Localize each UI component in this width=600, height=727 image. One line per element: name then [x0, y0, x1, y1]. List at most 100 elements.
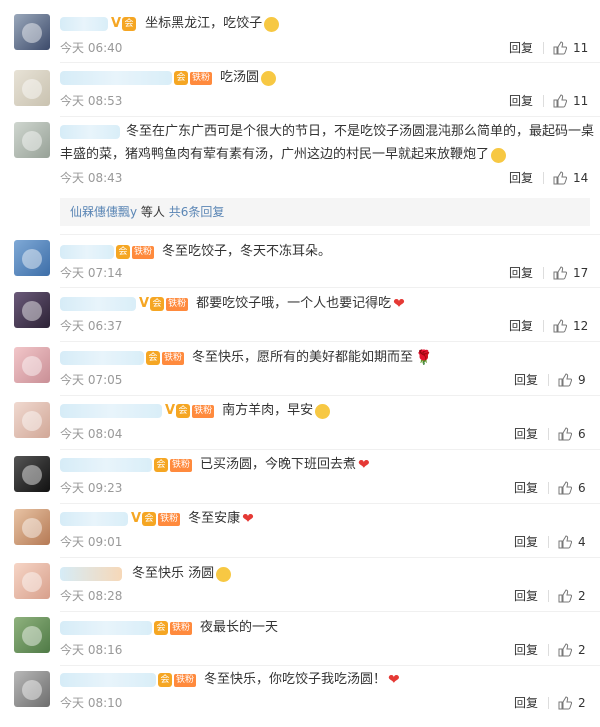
- like-count: 2: [578, 696, 586, 710]
- reply-button[interactable]: 回复: [514, 695, 538, 711]
- like-count: 2: [578, 643, 586, 657]
- like-count: 11: [573, 94, 589, 108]
- like-button[interactable]: 4: [558, 534, 586, 550]
- dumpling-emoji-icon: [264, 16, 280, 32]
- username-blurred[interactable]: [60, 673, 156, 687]
- avatar[interactable]: [14, 456, 50, 492]
- username-blurred[interactable]: [60, 245, 114, 259]
- reply-button[interactable]: 回复: [514, 534, 538, 550]
- like-button[interactable]: 6: [558, 480, 586, 496]
- comment-time: 今天 08:28: [60, 589, 123, 603]
- username-blurred[interactable]: [60, 567, 122, 581]
- separator: [60, 449, 600, 450]
- like-button[interactable]: 17: [553, 265, 588, 281]
- comment-time: 今天 08:43: [60, 171, 123, 185]
- avatar[interactable]: [14, 617, 50, 653]
- level-icon: 会: [154, 621, 168, 635]
- avatar[interactable]: [14, 509, 50, 545]
- reply-button[interactable]: 回复: [514, 372, 538, 388]
- fan-badge: 铁粉: [166, 297, 189, 311]
- username-blurred[interactable]: [60, 297, 136, 311]
- like-button[interactable]: 12: [553, 318, 588, 334]
- reply-button[interactable]: 回复: [514, 642, 538, 658]
- username-blurred[interactable]: [60, 458, 152, 472]
- separator: [60, 395, 600, 396]
- separator: [60, 341, 600, 342]
- thumbs-up-icon: [553, 171, 567, 185]
- username-blurred[interactable]: [60, 351, 144, 365]
- avatar[interactable]: [14, 671, 50, 707]
- sub-reply-user-link[interactable]: 仙槑僡僡飄y: [70, 205, 137, 219]
- avatar[interactable]: [14, 563, 50, 599]
- reply-button[interactable]: 回复: [509, 93, 533, 109]
- comment-time: 今天 09:01: [60, 535, 123, 549]
- like-button[interactable]: 9: [558, 372, 586, 388]
- fan-badge: 铁粉: [158, 512, 181, 526]
- comment-time: 今天 09:23: [60, 481, 123, 495]
- thumbs-up-icon: [553, 94, 567, 108]
- username-blurred[interactable]: [60, 71, 172, 85]
- username-blurred[interactable]: [60, 621, 152, 635]
- avatar[interactable]: [14, 14, 50, 50]
- avatar[interactable]: [14, 402, 50, 438]
- thumbs-up-icon: [558, 535, 572, 549]
- username-blurred[interactable]: [60, 512, 128, 526]
- fan-badge: 铁粉: [174, 673, 197, 687]
- separator: [60, 287, 600, 288]
- fan-badge: 铁粉: [190, 71, 213, 85]
- avatar[interactable]: [14, 70, 50, 106]
- divider: [548, 644, 549, 656]
- username-blurred[interactable]: [60, 404, 162, 418]
- like-button[interactable]: 11: [553, 93, 588, 109]
- separator: [60, 116, 600, 117]
- reply-button[interactable]: 回复: [509, 265, 533, 281]
- thumbs-up-icon: [558, 373, 572, 387]
- view-all-replies-link[interactable]: 共6条回复: [169, 205, 225, 219]
- sub-reply-summary[interactable]: 仙槑僡僡飄y 等人 共6条回复: [60, 198, 590, 226]
- like-count: 14: [573, 171, 589, 185]
- comment-text: 冬至快乐 汤圆: [132, 566, 215, 581]
- level-icon: 会: [158, 673, 172, 687]
- level-icon: 会: [174, 71, 188, 85]
- divider: [543, 267, 544, 279]
- reply-button[interactable]: 回复: [514, 588, 538, 604]
- reply-button[interactable]: 回复: [514, 480, 538, 496]
- like-count: 17: [573, 266, 589, 280]
- like-button[interactable]: 11: [553, 40, 588, 56]
- avatar[interactable]: [14, 347, 50, 383]
- reply-button[interactable]: 回复: [509, 40, 533, 56]
- avatar[interactable]: [14, 292, 50, 328]
- heart-emoji-icon: ❤: [388, 672, 400, 688]
- thumbs-up-icon: [553, 319, 567, 333]
- thumbs-up-icon: [553, 266, 567, 280]
- comment-text: 吃汤圆: [220, 70, 260, 85]
- comment-time: 今天 07:14: [60, 266, 123, 280]
- reply-button[interactable]: 回复: [514, 426, 538, 442]
- comment-text: 南方羊肉，早安: [222, 403, 314, 418]
- separator: [60, 234, 600, 235]
- like-button[interactable]: 2: [558, 642, 586, 658]
- reply-button[interactable]: 回复: [509, 170, 533, 186]
- like-count: 9: [578, 373, 586, 387]
- comment-text: 冬至吃饺子，冬天不冻耳朵。: [162, 244, 332, 259]
- divider: [548, 482, 549, 494]
- like-button[interactable]: 2: [558, 588, 586, 604]
- divider: [543, 320, 544, 332]
- like-count: 6: [578, 427, 586, 441]
- comment-time: 今天 08:04: [60, 427, 123, 441]
- level-icon: 会: [150, 297, 165, 311]
- comment-time: 今天 08:10: [60, 696, 123, 710]
- avatar[interactable]: [14, 122, 50, 158]
- like-button[interactable]: 2: [558, 695, 586, 711]
- laughing-emoji-icon: [491, 147, 507, 163]
- separator: [60, 557, 600, 558]
- like-button[interactable]: 6: [558, 426, 586, 442]
- comment-text-continued: 丰盛的菜，猪鸡鸭鱼肉有荤有素有汤，广州这边的村民一早就起来放鞭炮了: [60, 147, 490, 162]
- username-blurred[interactable]: [60, 125, 120, 139]
- like-button[interactable]: 14: [553, 170, 588, 186]
- reply-button[interactable]: 回复: [509, 318, 533, 334]
- comment-text: 坐标黑龙江，吃饺子: [145, 16, 263, 31]
- username-blurred[interactable]: [60, 17, 108, 31]
- thumbs-up-icon: [558, 589, 572, 603]
- avatar[interactable]: [14, 240, 50, 276]
